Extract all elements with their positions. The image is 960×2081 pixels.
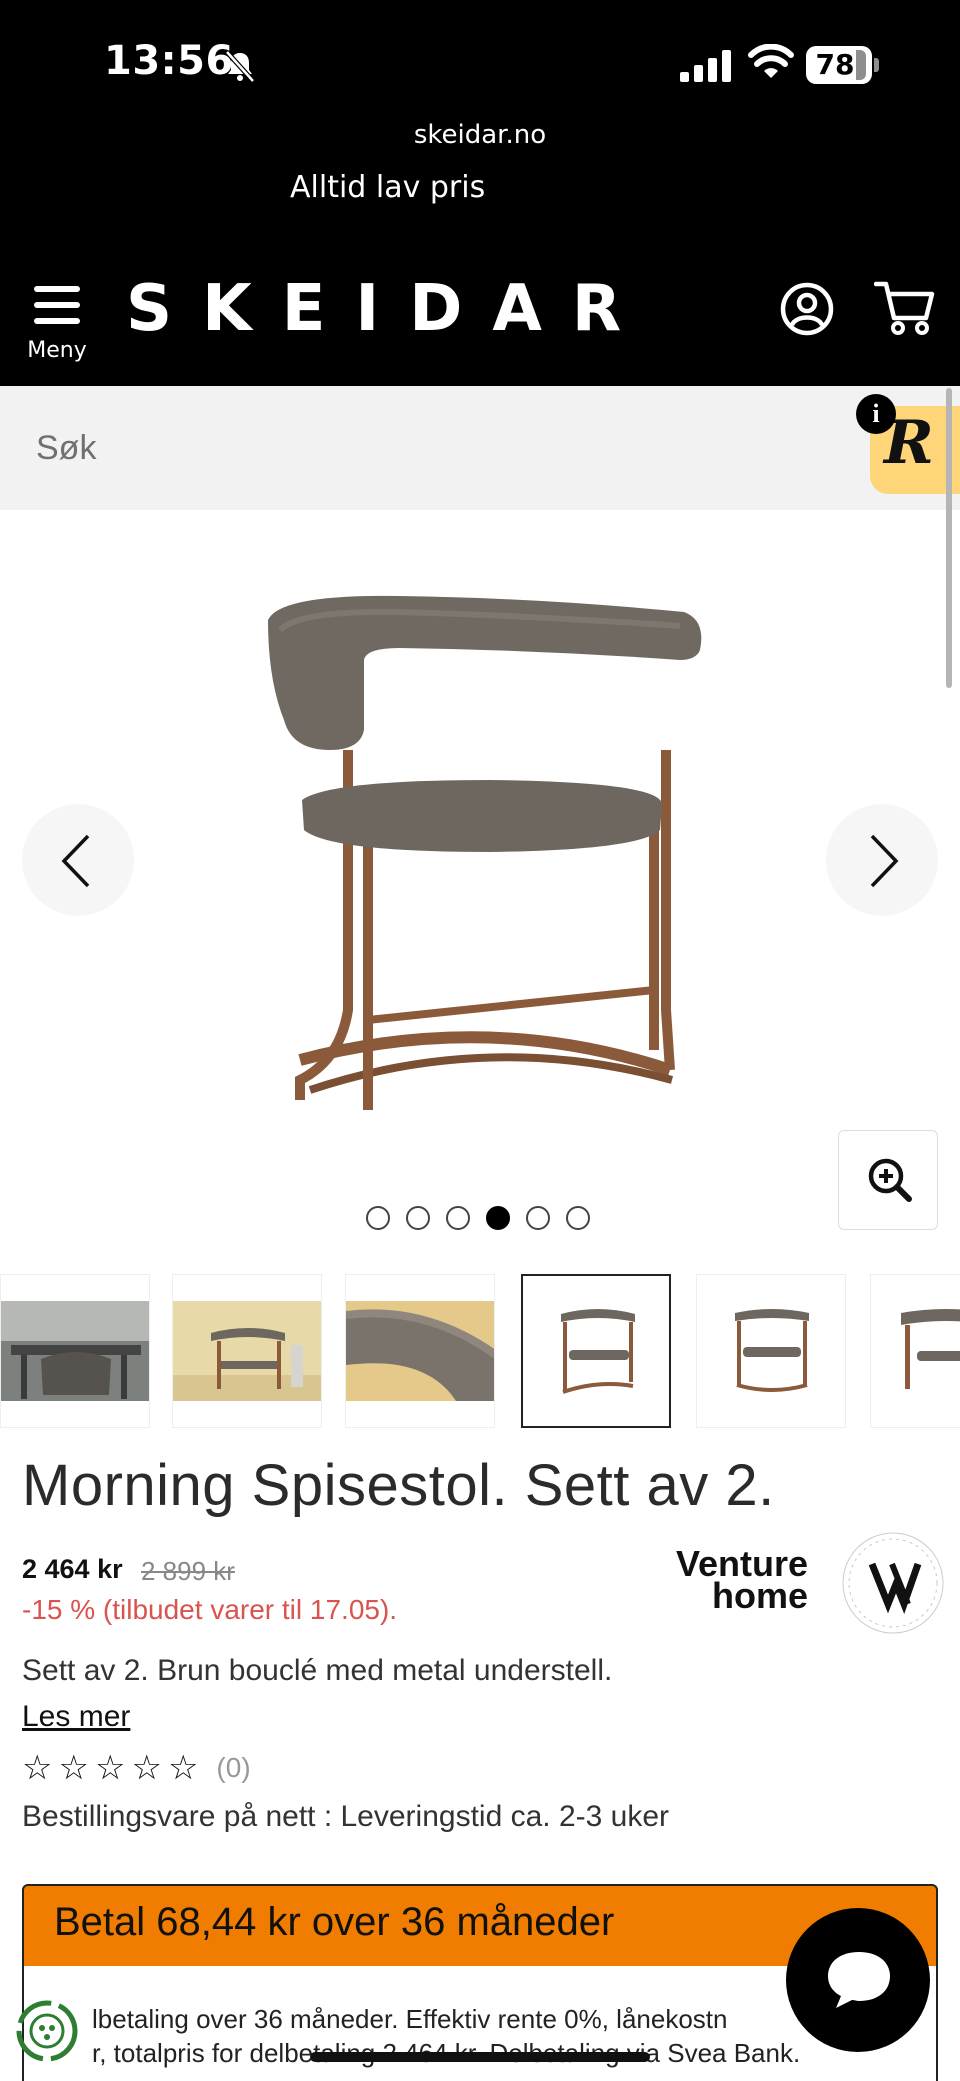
review-count: (0) [216,1752,251,1783]
chevron-right-icon [870,834,899,888]
gallery-dot[interactable] [526,1206,550,1230]
tagline: Alltid lav pris [290,170,486,205]
menu-label: Meny [27,338,87,363]
gallery-dot-active[interactable] [486,1206,510,1230]
battery-level: 78 [815,48,855,81]
gallery-prev-button[interactable] [22,804,134,916]
chat-button[interactable] [786,1908,930,2052]
thumbnail-detail-fabric[interactable] [345,1274,495,1428]
wifi-icon [748,44,794,78]
gallery-pagination [366,1206,590,1230]
read-more-link[interactable]: Les mer [22,1700,130,1734]
bell-muted-icon [225,50,255,83]
zoom-in-icon [868,1158,912,1202]
rating-stars[interactable]: ☆ ☆ ☆ ☆ ☆ (0) [22,1750,251,1786]
gallery-next-button[interactable] [826,804,938,916]
signal-icon [680,50,731,82]
hamburger-icon [34,286,80,292]
product-image-chair[interactable] [240,590,720,1130]
search-input[interactable] [36,420,736,476]
thumbnail-strip [0,1274,960,1428]
brand-logo[interactable]: Venture home [676,1546,808,1614]
product-price: 2 464 kr [22,1554,123,1584]
gallery-dot[interactable] [366,1206,390,1230]
chevron-left-icon [61,834,90,888]
browser-url[interactable]: skeidar.no [0,120,960,150]
status-time: 13:56 [104,38,234,84]
star-empty-icon: ☆ [167,1748,199,1788]
top-header: 13:56 78 skeidar.no Alltid lav pris Meny… [0,0,960,386]
delivery-info: Bestillingsvare på nett : Leveringstid c… [22,1800,670,1833]
discount-note: -15 % (tilbudet varer til 17.05). [22,1594,398,1625]
chat-bubble-icon [828,1952,890,2008]
thumbnail-lifestyle-dark[interactable] [0,1274,150,1428]
gallery-dot[interactable] [566,1206,590,1230]
thumbnail-lifestyle-yellow[interactable] [172,1274,322,1428]
cart-icon[interactable] [874,280,936,336]
gallery-dot[interactable] [446,1206,470,1230]
product-old-price: 2 899 kr [141,1556,235,1586]
star-empty-icon: ☆ [22,1748,53,1788]
financing-label: Betal 68,44 kr over 36 måneder [54,1900,615,1944]
thumbnail-chair-front-active[interactable] [521,1274,671,1428]
thumbnail-chair-back[interactable] [870,1274,960,1428]
star-empty-icon: ☆ [58,1748,89,1788]
menu-button[interactable]: Meny [24,282,90,366]
brand-seal-icon [842,1532,944,1634]
battery-icon: 78 [806,46,872,84]
recycle-icon [16,2000,78,2062]
gallery-dot[interactable] [406,1206,430,1230]
site-logo[interactable]: SKEIDAR [126,272,651,346]
scrollbar[interactable] [946,388,952,688]
product-description: Sett av 2. Brun bouclé med metal underst… [22,1654,613,1687]
info-icon[interactable]: i [856,394,896,434]
search-bar [0,386,960,510]
star-empty-icon: ☆ [94,1748,126,1788]
account-icon[interactable] [780,282,834,336]
zoom-button[interactable] [838,1130,938,1230]
home-indicator [310,2052,650,2062]
star-empty-icon: ☆ [131,1748,162,1788]
thumbnail-chair-side[interactable] [696,1274,846,1428]
product-title: Morning Spisestol. Sett av 2. [22,1453,775,1518]
